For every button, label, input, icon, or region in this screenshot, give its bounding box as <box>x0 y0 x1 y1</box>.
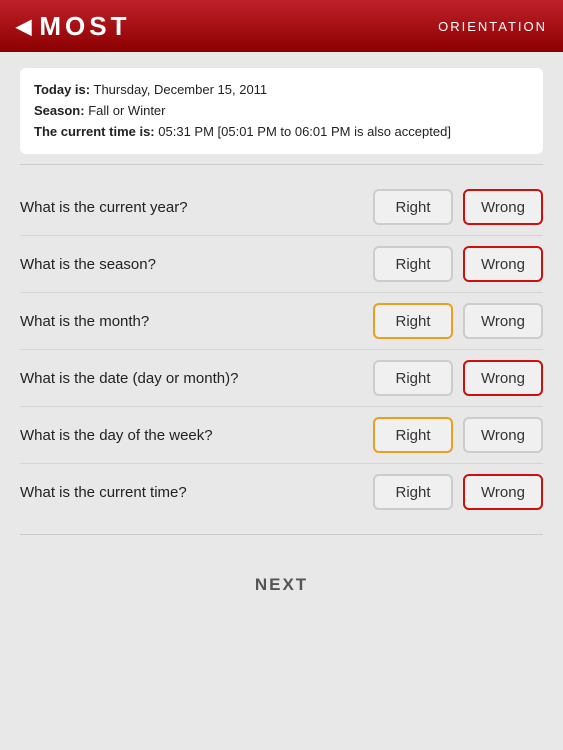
question-row: What is the current time?Right Wrong <box>20 464 543 520</box>
button-group: Right Wrong <box>373 417 543 453</box>
right-button[interactable]: Right <box>373 417 453 453</box>
right-button[interactable]: Right <box>373 189 453 225</box>
app-title: MOST <box>39 11 130 42</box>
question-text: What is the day of the week? <box>20 427 373 444</box>
right-button[interactable]: Right <box>373 474 453 510</box>
season-label: Season: <box>34 103 85 118</box>
wrong-button[interactable]: Wrong <box>463 303 543 339</box>
app-header: ◀ MOST ORIENTATION <box>0 0 563 52</box>
info-box: Today is: Thursday, December 15, 2011 Se… <box>20 68 543 154</box>
question-text: What is the current time? <box>20 484 373 501</box>
wrong-button[interactable]: Wrong <box>463 474 543 510</box>
question-text: What is the month? <box>20 313 373 330</box>
question-row: What is the date (day or month)?Right Wro… <box>20 350 543 407</box>
time-line: The current time is: 05:31 PM [05:01 PM … <box>34 122 529 143</box>
today-value-text: Thursday, December 15, 2011 <box>94 82 268 97</box>
button-group: Right Wrong <box>373 246 543 282</box>
question-text: What is the date (day or month)? <box>20 370 373 387</box>
time-label: The current time is: <box>34 124 155 139</box>
question-text: What is the season? <box>20 256 373 273</box>
questions-container: What is the current year?RightWrongWhat … <box>0 175 563 524</box>
section-title: ORIENTATION <box>438 19 547 34</box>
right-button[interactable]: Right <box>373 303 453 339</box>
back-icon[interactable]: ◀ <box>16 14 31 39</box>
question-row: What is the day of the week?Right Wrong <box>20 407 543 464</box>
right-button[interactable]: Right <box>373 246 453 282</box>
button-group: Right Wrong <box>373 303 543 339</box>
wrong-button[interactable]: Wrong <box>463 360 543 396</box>
wrong-button[interactable]: Wrong <box>463 246 543 282</box>
time-value-text: 05:31 PM [05:01 PM to 06:01 PM is also a… <box>158 124 451 139</box>
top-divider <box>20 164 543 165</box>
next-button[interactable]: NEXT <box>255 575 308 595</box>
today-label: Today is: <box>34 82 90 97</box>
question-row: What is the month?Right Wrong <box>20 293 543 350</box>
season-line: Season: Fall or Winter <box>34 101 529 122</box>
button-group: Right Wrong <box>373 474 543 510</box>
wrong-button[interactable]: Wrong <box>463 417 543 453</box>
button-group: Right Wrong <box>373 189 543 225</box>
right-button[interactable]: Right <box>373 360 453 396</box>
question-row: What is the current year?Right Wrong <box>20 179 543 236</box>
wrong-button[interactable]: Wrong <box>463 189 543 225</box>
button-group: Right Wrong <box>373 360 543 396</box>
bottom-divider <box>20 534 543 535</box>
footer: NEXT <box>0 545 563 625</box>
today-line: Today is: Thursday, December 15, 2011 <box>34 80 529 101</box>
question-row: What is the season?Right Wrong <box>20 236 543 293</box>
season-value-text: Fall or Winter <box>88 103 165 118</box>
question-text: What is the current year? <box>20 199 373 216</box>
header-left: ◀ MOST <box>16 11 131 42</box>
